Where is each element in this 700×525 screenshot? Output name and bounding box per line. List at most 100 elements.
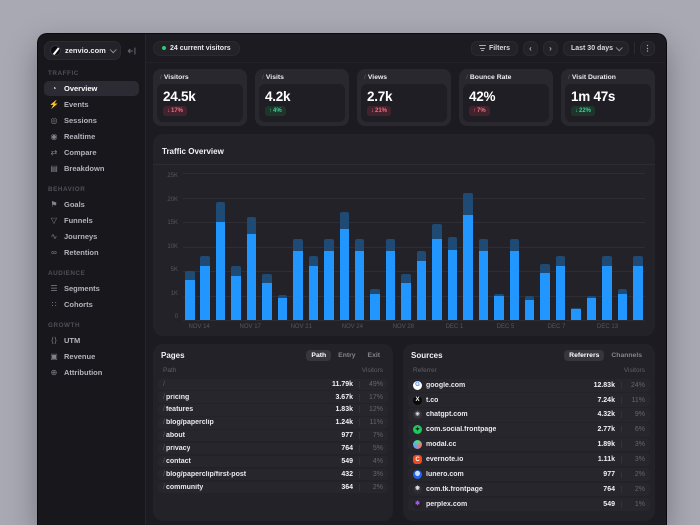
sidebar-item[interactable]: ◔ Overview	[44, 81, 139, 96]
sidebar-item[interactable]: ⚑ Goals	[44, 197, 139, 212]
chart-bar[interactable]	[618, 173, 628, 320]
page-row[interactable]: / blog/paperclip 1.24k 11%	[158, 417, 388, 428]
prev-period-button[interactable]: ‹	[523, 41, 538, 56]
page-row[interactable]: / about 977 7%	[158, 430, 388, 441]
chart-bar[interactable]	[386, 173, 396, 320]
sidebar-item[interactable]: ⇄ Compare	[44, 145, 139, 160]
chart-bar[interactable]	[278, 173, 288, 320]
chart-bar[interactable]	[587, 173, 597, 320]
page-row[interactable]: / privacy 764 5%	[158, 443, 388, 454]
chart-bar[interactable]	[525, 173, 535, 320]
collapse-sidebar-button[interactable]	[125, 46, 139, 56]
chart-bar[interactable]	[633, 173, 643, 320]
sidebar: zenvio.com TRAFFIC ◔ Overview	[38, 34, 146, 525]
sidebar-item-label: Funnels	[64, 216, 93, 225]
chart-bar[interactable]	[571, 173, 581, 320]
sources-tab[interactable]: Channels	[606, 350, 647, 361]
sidebar-item[interactable]: ◎ Sessions	[44, 113, 139, 128]
chart-bar[interactable]	[324, 173, 334, 320]
sidebar-item[interactable]: ▣ Revenue	[44, 349, 139, 364]
chart-bar[interactable]	[200, 173, 210, 320]
stat-card[interactable]: / Views 2.7k ↓ 21%	[357, 69, 451, 126]
page-row[interactable]: / pricing 3.67k 17%	[158, 391, 388, 402]
source-row[interactable]: C evernote.io 1.11k 3%	[408, 453, 650, 466]
modal-icon	[413, 440, 422, 449]
chart-bar[interactable]	[293, 173, 303, 320]
page-row[interactable]: / contact 549 4%	[158, 456, 388, 467]
source-percent: 24%	[621, 382, 645, 389]
source-row[interactable]: G google.com 12.83k 24%	[408, 379, 650, 392]
source-row[interactable]: ✦ com.social.frontpage 2.77k 6%	[408, 423, 650, 436]
trend-arrow-icon: ↓	[371, 108, 374, 115]
source-domain: chatgpt.com	[426, 411, 468, 418]
bar-segment-secondary	[417, 251, 427, 261]
stat-card[interactable]: / Visitors 24.5k ↓ 17%	[153, 69, 247, 126]
sidebar-item[interactable]: ☰ Segments	[44, 281, 139, 296]
source-row[interactable]: X t.co 7.24k 11%	[408, 393, 650, 406]
source-row[interactable]: ✳ chatgpt.com 4.32k 9%	[408, 408, 650, 421]
page-path: community	[166, 484, 203, 491]
bar-segment-primary	[540, 273, 550, 320]
source-visitors: 549	[599, 501, 615, 508]
sidebar-item[interactable]: ◉ Realtime	[44, 129, 139, 144]
source-row[interactable]: modal.cc 1.89k 3%	[408, 438, 650, 451]
chart-bar[interactable]	[510, 173, 520, 320]
chart-bar[interactable]	[463, 173, 473, 320]
chart-bar[interactable]	[340, 173, 350, 320]
chart-bar[interactable]	[556, 173, 566, 320]
chart-title: Traffic Overview	[162, 147, 224, 156]
date-range-selector[interactable]: Last 30 days	[563, 41, 629, 56]
sidebar-item[interactable]: ▽ Funnels	[44, 213, 139, 228]
chart-bar[interactable]	[479, 173, 489, 320]
chart-bar[interactable]	[448, 173, 458, 320]
page-row[interactable]: / 11.79k 49%	[158, 379, 388, 390]
sources-tab[interactable]: Referrers	[564, 350, 604, 361]
bar-segment-secondary	[309, 256, 319, 266]
source-row[interactable]: ✱ perplex.com 549 1%	[408, 498, 650, 511]
bar-segment-secondary	[262, 274, 272, 283]
more-options-button[interactable]: ⋮	[640, 41, 655, 56]
next-period-button[interactable]: ›	[543, 41, 558, 56]
page-row[interactable]: / community 364 2%	[158, 482, 388, 493]
page-row[interactable]: / blog/paperclip/first-post 432 3%	[158, 469, 388, 480]
chart-bar[interactable]	[262, 173, 272, 320]
live-visitors-pill[interactable]: 24 current visitors	[153, 41, 240, 56]
page-row[interactable]: / features 1.83k 12%	[158, 404, 388, 415]
sidebar-item[interactable]: ⟨⟩ UTM	[44, 333, 139, 348]
sidebar-item[interactable]: ∞ Retention	[44, 245, 139, 260]
chart-bar[interactable]	[231, 173, 241, 320]
y-axis-label: 5K	[171, 267, 178, 273]
filters-label: Filters	[489, 45, 510, 52]
chart-bar[interactable]	[309, 173, 319, 320]
pages-tab[interactable]: Exit	[363, 350, 385, 361]
sidebar-item[interactable]: ▤ Breakdown	[44, 161, 139, 176]
stat-card[interactable]: / Bounce Rate 42% ↑ 7%	[459, 69, 553, 126]
workspace-switcher[interactable]: zenvio.com	[44, 41, 121, 60]
goals-icon: ⚑	[49, 201, 59, 209]
chart-bar[interactable]	[370, 173, 380, 320]
source-row[interactable]: ❋ com.tk.frontpage 764 2%	[408, 483, 650, 496]
chevron-right-icon: ›	[549, 44, 552, 53]
page-percent: 3%	[359, 471, 383, 478]
chart-bar[interactable]	[247, 173, 257, 320]
pages-tab[interactable]: Entry	[333, 350, 360, 361]
pages-tab[interactable]: Path	[306, 350, 331, 361]
chart-bar[interactable]	[185, 173, 195, 320]
chart-bar[interactable]	[417, 173, 427, 320]
chart-bar[interactable]	[432, 173, 442, 320]
chart-bar[interactable]	[355, 173, 365, 320]
chart-bar[interactable]	[216, 173, 226, 320]
sidebar-item[interactable]: ∿ Journeys	[44, 229, 139, 244]
filters-button[interactable]: Filters	[471, 41, 518, 56]
stat-card[interactable]: / Visits 4.2k ↑ 4%	[255, 69, 349, 126]
chart-bar[interactable]	[401, 173, 411, 320]
source-row[interactable]: ◍ lunero.com 977 2%	[408, 468, 650, 481]
chart-bar[interactable]	[540, 173, 550, 320]
chart-bar[interactable]	[602, 173, 612, 320]
sidebar-item[interactable]: ⚡ Events	[44, 97, 139, 112]
sidebar-item[interactable]: ∷ Cohorts	[44, 297, 139, 312]
sidebar-item[interactable]: ⊕ Attribution	[44, 365, 139, 380]
stat-card[interactable]: / Visit Duration 1m 47s ↓ 22%	[561, 69, 655, 126]
y-axis-label: 1K	[171, 291, 178, 297]
chart-bar[interactable]	[494, 173, 504, 320]
